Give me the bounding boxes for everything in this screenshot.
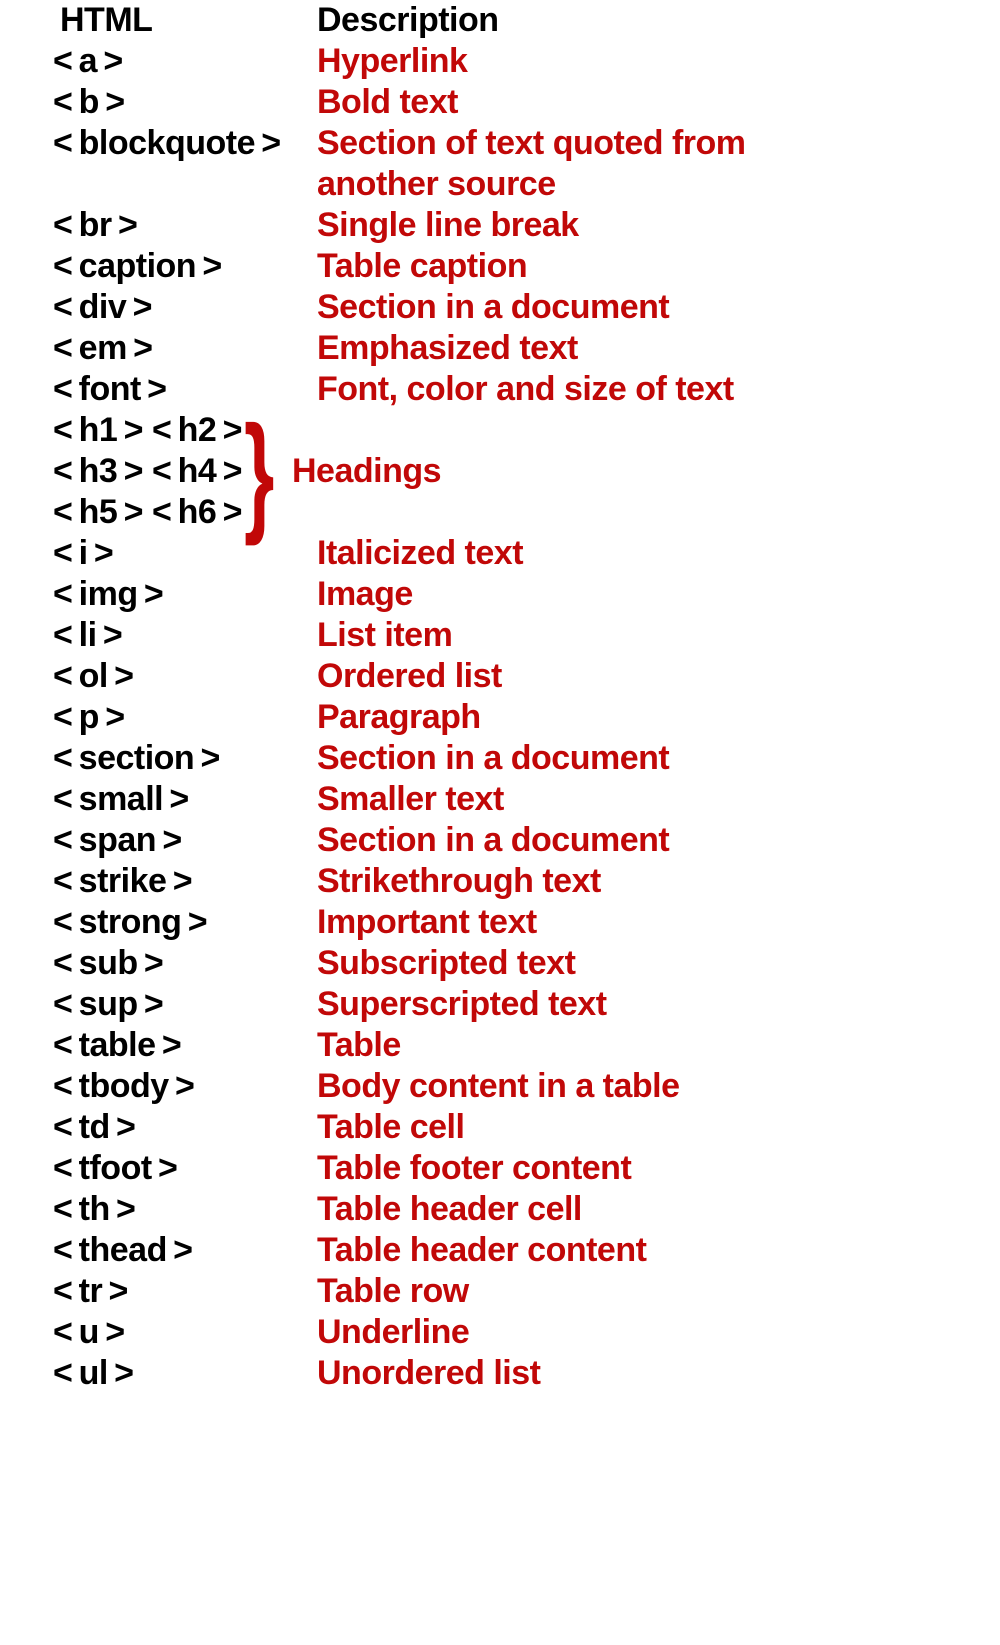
description-th: Table header cell: [317, 1189, 582, 1230]
description-sub: Subscripted text: [317, 943, 575, 984]
html-tag-small: < small >: [53, 779, 189, 820]
html-tag-th: < th >: [53, 1189, 135, 1230]
description-tbody: Body content in a table: [317, 1066, 680, 1107]
description-font: Font, color and size of text: [317, 369, 734, 410]
html-tag-h5-h6: < h5 > < h6 >: [53, 492, 242, 533]
html-tag-h1-h2: < h1 > < h2 >: [53, 410, 242, 451]
html-tag-ol: < ol >: [53, 656, 134, 697]
html-tag-tbody: < tbody >: [53, 1066, 194, 1107]
description-strong: Important text: [317, 902, 537, 943]
page: HTML Description < a > Hyperlink < b > Bold t…: [0, 0, 1000, 1645]
description-table: Table: [317, 1025, 401, 1066]
html-tag-section: < section >: [53, 738, 220, 779]
header-description: Description: [317, 0, 499, 41]
html-tag-a: < a >: [53, 41, 123, 82]
description-img: Image: [317, 574, 413, 615]
description-div: Section in a document: [317, 287, 669, 328]
html-tag-u: < u >: [53, 1312, 125, 1353]
description-ol: Ordered list: [317, 656, 502, 697]
description-tfoot: Table footer content: [317, 1148, 631, 1189]
html-tag-br: < br >: [53, 205, 137, 246]
html-tag-font: < font >: [53, 369, 167, 410]
html-tag-b: < b >: [53, 82, 125, 123]
html-tag-sup: < sup >: [53, 984, 163, 1025]
description-i: Italicized text: [317, 533, 523, 574]
description-b: Bold text: [317, 82, 458, 123]
description-blockquote: Section of text quoted from another sour…: [317, 123, 837, 205]
html-tag-thead: < thead >: [53, 1230, 193, 1271]
description-em: Emphasized text: [317, 328, 578, 369]
description-p: Paragraph: [317, 697, 481, 738]
header-html: HTML: [60, 0, 152, 41]
html-tag-strong: < strong >: [53, 902, 207, 943]
description-ul: Unordered list: [317, 1353, 540, 1394]
html-tag-p: < p >: [53, 697, 125, 738]
description-thead: Table header content: [317, 1230, 646, 1271]
html-tag-blockquote: < blockquote >: [53, 123, 281, 164]
description-u: Underline: [317, 1312, 469, 1353]
description-strike: Strikethrough text: [317, 861, 601, 902]
description-tr: Table row: [317, 1271, 469, 1312]
description-span: Section in a document: [317, 820, 669, 861]
description-section: Section in a document: [317, 738, 669, 779]
brace-icon: }: [244, 405, 274, 538]
html-tag-h3-h4: < h3 > < h4 >: [53, 451, 242, 492]
html-tag-i: < i >: [53, 533, 113, 574]
html-tag-li: < li >: [53, 615, 122, 656]
description-small: Smaller text: [317, 779, 504, 820]
html-tag-td: < td >: [53, 1107, 135, 1148]
html-tag-em: < em >: [53, 328, 152, 369]
html-tag-span: < span >: [53, 820, 182, 861]
html-tag-div: < div >: [53, 287, 152, 328]
html-tag-tfoot: < tfoot >: [53, 1148, 177, 1189]
html-tag-img: < img >: [53, 574, 163, 615]
description-sup: Superscripted text: [317, 984, 607, 1025]
html-tag-sub: < sub >: [53, 943, 163, 984]
html-tag-caption: < caption >: [53, 246, 222, 287]
html-tag-ul: < ul >: [53, 1353, 134, 1394]
description-caption: Table caption: [317, 246, 527, 287]
description-br: Single line break: [317, 205, 579, 246]
description-headings: Headings: [292, 451, 441, 492]
description-li: List item: [317, 615, 452, 656]
html-tag-tr: < tr >: [53, 1271, 128, 1312]
html-tag-strike: < strike >: [53, 861, 192, 902]
description-a: Hyperlink: [317, 41, 467, 82]
description-td: Table cell: [317, 1107, 464, 1148]
html-tag-table: < table >: [53, 1025, 181, 1066]
